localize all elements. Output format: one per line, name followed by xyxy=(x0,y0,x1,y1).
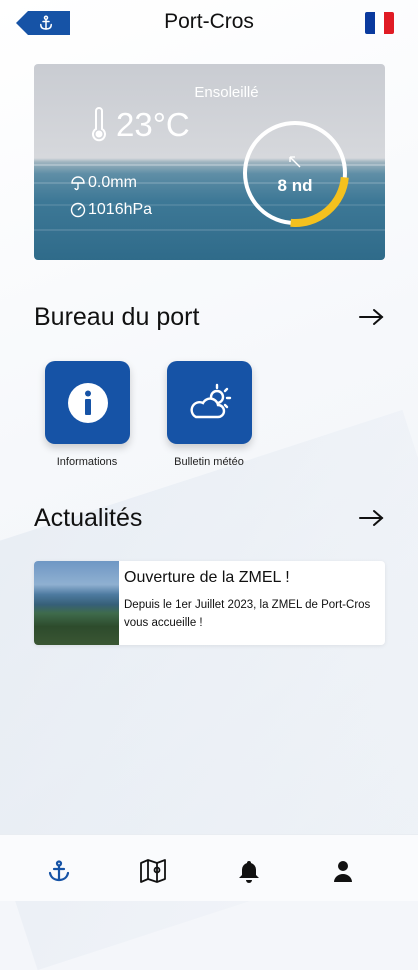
news-card[interactable]: Ouverture de la ZMEL ! Depuis le 1er Jui… xyxy=(34,561,385,645)
bottom-navigation xyxy=(0,834,418,901)
nav-notifications[interactable] xyxy=(235,857,263,885)
thermometer-icon xyxy=(92,107,106,142)
rainfall: 0.0mm xyxy=(70,174,137,192)
weather-bulletin-label: Bulletin météo xyxy=(174,456,244,468)
news-thumbnail xyxy=(34,561,119,645)
pressure-value: 1016hPa xyxy=(88,201,153,218)
informations-button[interactable] xyxy=(45,361,130,444)
user-icon xyxy=(334,861,352,882)
temperature: 23°C xyxy=(88,106,190,144)
info-icon xyxy=(67,382,108,423)
wind-direction-icon xyxy=(289,156,301,168)
bell-icon xyxy=(239,861,259,883)
nav-map[interactable] xyxy=(139,857,167,885)
page-title: Port-Cros xyxy=(164,10,254,33)
gauge-icon xyxy=(70,202,86,218)
temperature-value: 23°C xyxy=(116,106,190,143)
weather-card[interactable]: Ensoleillé 23°C 0.0mm 1016hPa 8 nd xyxy=(34,64,385,260)
map-icon xyxy=(140,859,166,883)
france-flag-icon[interactable] xyxy=(365,12,394,34)
wind-gauge xyxy=(243,121,349,227)
weather-condition: Ensoleillé xyxy=(194,84,259,101)
nav-profile[interactable] xyxy=(329,857,357,885)
app-screen: Port-Cros Ensoleillé 23°C 0.0mm 1016hPa … xyxy=(0,0,418,970)
nav-home[interactable] xyxy=(45,857,73,885)
harbour-office-title: Bureau du port xyxy=(34,303,200,331)
arrow-right-icon[interactable] xyxy=(358,509,384,527)
wind-speed: 8 nd xyxy=(277,176,313,195)
weather-cloud-sun-icon xyxy=(189,383,231,418)
arrow-right-icon[interactable] xyxy=(358,308,384,326)
informations-label: Informations xyxy=(56,456,118,468)
rainfall-value: 0.0mm xyxy=(88,174,137,191)
umbrella-icon xyxy=(71,176,85,191)
news-item-body: Depuis le 1er Juillet 2023, la ZMEL de P… xyxy=(124,599,371,629)
pressure: 1016hPa xyxy=(70,201,152,219)
news-item-title: Ouverture de la ZMEL ! xyxy=(124,569,290,586)
weather-bulletin-button[interactable] xyxy=(167,361,252,444)
header: Port-Cros xyxy=(0,0,418,48)
news-title: Actualités xyxy=(34,504,143,532)
anchor-icon xyxy=(48,860,70,882)
